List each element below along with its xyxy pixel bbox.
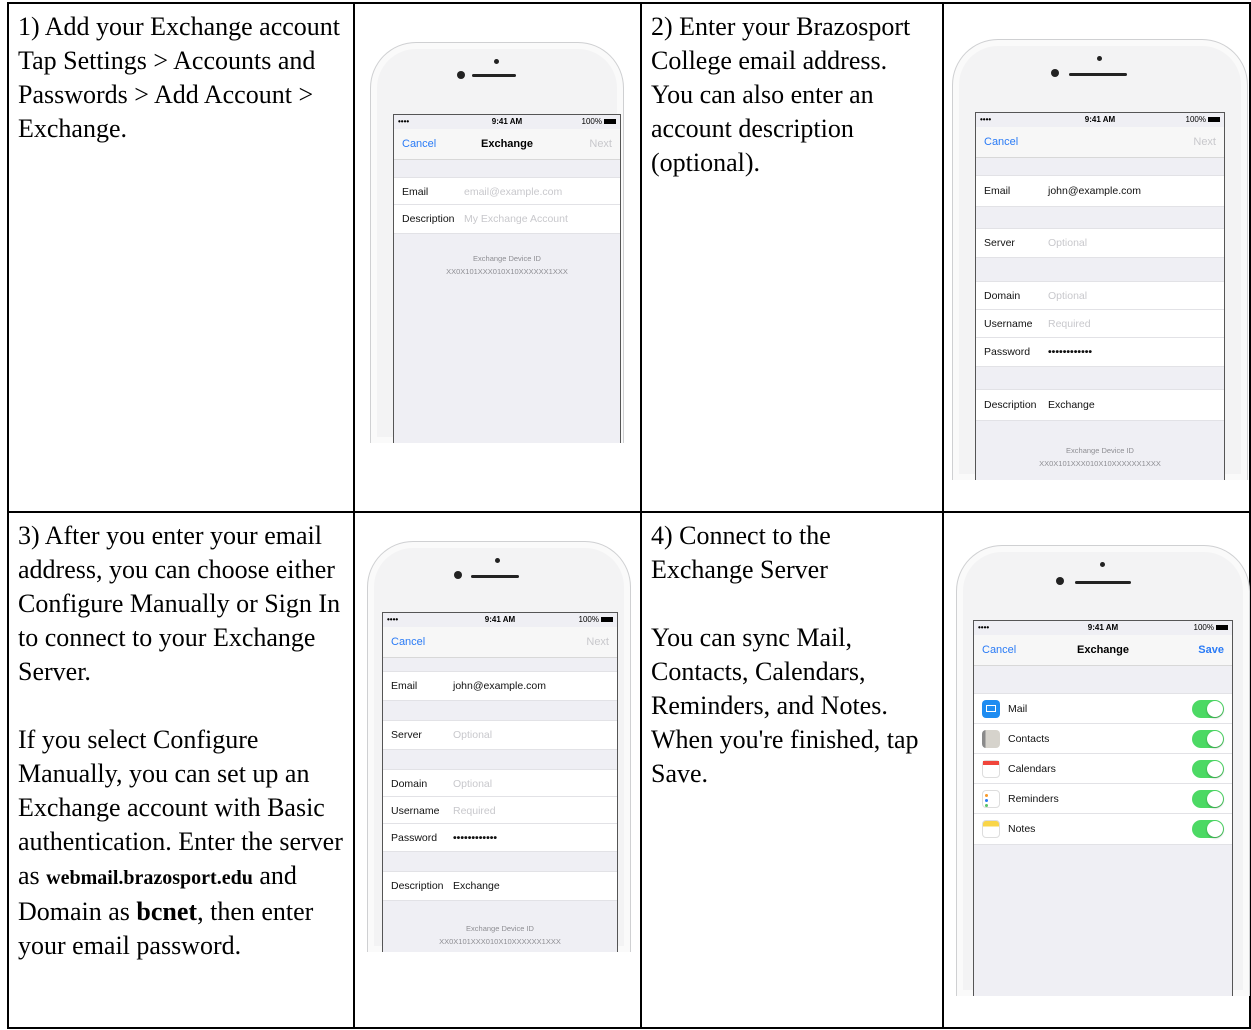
- nav-title: Exchange: [1077, 644, 1129, 656]
- device-id-block: Exchange Device ID XX0X101XXX010X10XXXXX…: [446, 254, 568, 276]
- contacts-icon: [982, 730, 1000, 748]
- step-2-instructions: 2) Enter your Brazosport College email a…: [651, 12, 911, 177]
- phone-screen: •••• 9:41 AM 100% Cancel Exchange Save M…: [973, 620, 1233, 996]
- mail-toggle[interactable]: [1192, 700, 1224, 718]
- earpiece-speaker-icon: [1069, 73, 1127, 76]
- status-bar: •••• 9:41 AM 100%: [383, 613, 617, 627]
- username-field[interactable]: Username Required: [976, 309, 1224, 339]
- server-field[interactable]: Server Optional: [383, 720, 617, 750]
- table-row: 3) After you enter your email address, y…: [7, 511, 1251, 1029]
- step-2-text-cell: 2) Enter your Brazosport College email a…: [640, 2, 944, 513]
- step-3-image-cell: •••• 9:41 AM 100% Cancel Next Email john…: [353, 511, 642, 1029]
- email-field[interactable]: Email john@example.com: [976, 175, 1224, 207]
- status-bar: •••• 9:41 AM 100%: [974, 621, 1232, 635]
- nav-bar: Cancel Exchange Save: [974, 635, 1232, 666]
- description-field[interactable]: Description Exchange: [976, 389, 1224, 421]
- phone-screenshot-sync-settings: •••• 9:41 AM 100% Cancel Exchange Save M…: [956, 545, 1250, 996]
- calendars-toggle[interactable]: [1192, 760, 1224, 778]
- description-field[interactable]: Description Exchange: [383, 871, 617, 901]
- device-id-block: Exchange Device ID XX0X101XXX010X10XXXXX…: [1039, 446, 1161, 468]
- server-address-value: webmail.brazosport.edu: [46, 867, 253, 889]
- status-bar: •••• 9:41 AM 100%: [394, 115, 620, 129]
- calendar-icon: [982, 760, 1000, 778]
- sync-contacts-row: Contacts: [974, 723, 1232, 755]
- nav-bar: Cancel Exchange Next: [394, 129, 620, 160]
- step-4-image-cell: •••• 9:41 AM 100% Cancel Exchange Save M…: [942, 511, 1251, 1029]
- email-field[interactable]: Email john@example.com: [383, 671, 617, 701]
- sync-calendars-row: Calendars: [974, 753, 1232, 785]
- front-sensor-icon: [1100, 562, 1105, 567]
- step-1-text-cell: 1) Add your Exchange account Tap Setting…: [7, 2, 355, 513]
- domain-value: bcnet: [136, 897, 198, 926]
- password-field[interactable]: Password ••••••••••••: [383, 823, 617, 852]
- sync-notes-row: Notes: [974, 813, 1232, 845]
- table-row: 1) Add your Exchange account Tap Setting…: [7, 2, 1251, 513]
- step-4-instructions: You can sync Mail, Contacts, Calendars, …: [651, 623, 919, 788]
- step-1-image-cell: •••• 9:41 AM 100% Cancel Exchange Next E…: [353, 2, 642, 513]
- reminders-toggle[interactable]: [1192, 790, 1224, 808]
- reminders-icon: [982, 790, 1000, 808]
- description-field[interactable]: Description My Exchange Account: [394, 204, 620, 234]
- step-4-heading: 4) Connect to the Exchange Server: [651, 521, 831, 584]
- phone-screen: •••• 9:41 AM 100% Cancel Exchange Next E…: [393, 114, 621, 443]
- next-button[interactable]: Next: [589, 138, 612, 150]
- battery-icon: 100%: [1186, 115, 1220, 124]
- mail-icon: [982, 700, 1000, 718]
- front-sensor-icon: [494, 59, 499, 64]
- nav-title: Exchange: [481, 138, 533, 150]
- front-camera-icon: [1056, 577, 1064, 585]
- phone-screenshot-configure: •••• 9:41 AM 100% Cancel Next Email john…: [367, 541, 631, 952]
- step-4-text-cell: 4) Connect to the Exchange Server You ca…: [640, 511, 944, 1029]
- save-button[interactable]: Save: [1198, 644, 1224, 656]
- front-camera-icon: [454, 571, 462, 579]
- password-field[interactable]: Password ••••••••••••: [976, 337, 1224, 367]
- domain-field[interactable]: Domain Optional: [383, 769, 617, 798]
- front-sensor-icon: [495, 558, 500, 563]
- earpiece-speaker-icon: [472, 74, 516, 77]
- username-field[interactable]: Username Required: [383, 796, 617, 825]
- phone-screenshot-add-account: •••• 9:41 AM 100% Cancel Exchange Next E…: [370, 42, 624, 443]
- battery-icon: 100%: [1194, 623, 1228, 632]
- step-3-paragraph-1: 3) After you enter your email address, y…: [18, 521, 341, 686]
- earpiece-speaker-icon: [471, 575, 519, 578]
- cancel-button[interactable]: Cancel: [984, 136, 1018, 148]
- step-3-text-cell: 3) After you enter your email address, y…: [7, 511, 355, 1029]
- phone-screenshot-account-details: •••• 9:41 AM 100% Cancel Next Email john…: [952, 39, 1248, 480]
- step-2-image-cell: •••• 9:41 AM 100% Cancel Next Email john…: [942, 2, 1251, 513]
- status-bar: •••• 9:41 AM 100%: [976, 113, 1224, 127]
- next-button[interactable]: Next: [1193, 136, 1216, 148]
- cancel-button[interactable]: Cancel: [391, 636, 425, 648]
- front-sensor-icon: [1097, 56, 1102, 61]
- earpiece-speaker-icon: [1075, 581, 1131, 584]
- nav-bar: Cancel Next: [976, 127, 1224, 158]
- phone-screen: •••• 9:41 AM 100% Cancel Next Email john…: [975, 112, 1225, 480]
- step-1-instructions: Tap Settings > Accounts and Passwords > …: [18, 46, 316, 143]
- sync-mail-row: Mail: [974, 693, 1232, 725]
- sync-reminders-row: Reminders: [974, 783, 1232, 815]
- email-field[interactable]: Email email@example.com: [394, 177, 620, 207]
- domain-field[interactable]: Domain Optional: [976, 281, 1224, 311]
- front-camera-icon: [1051, 69, 1059, 77]
- instructions-table: 1) Add your Exchange account Tap Setting…: [7, 2, 1251, 1029]
- step-3-paragraph-2: If you select Configure Manually, you ca…: [18, 725, 343, 960]
- step-1-heading: 1) Add your Exchange account: [18, 12, 341, 41]
- nav-bar: Cancel Next: [383, 627, 617, 658]
- server-field[interactable]: Server Optional: [976, 228, 1224, 258]
- contacts-toggle[interactable]: [1192, 730, 1224, 748]
- battery-icon: 100%: [579, 615, 613, 624]
- phone-screen: •••• 9:41 AM 100% Cancel Next Email john…: [382, 612, 618, 952]
- next-button[interactable]: Next: [586, 636, 609, 648]
- notes-toggle[interactable]: [1192, 820, 1224, 838]
- front-camera-icon: [457, 71, 465, 79]
- notes-icon: [982, 820, 1000, 838]
- device-id-block: Exchange Device ID XX0X101XXX010X10XXXXX…: [439, 924, 561, 946]
- battery-icon: 100%: [582, 117, 616, 126]
